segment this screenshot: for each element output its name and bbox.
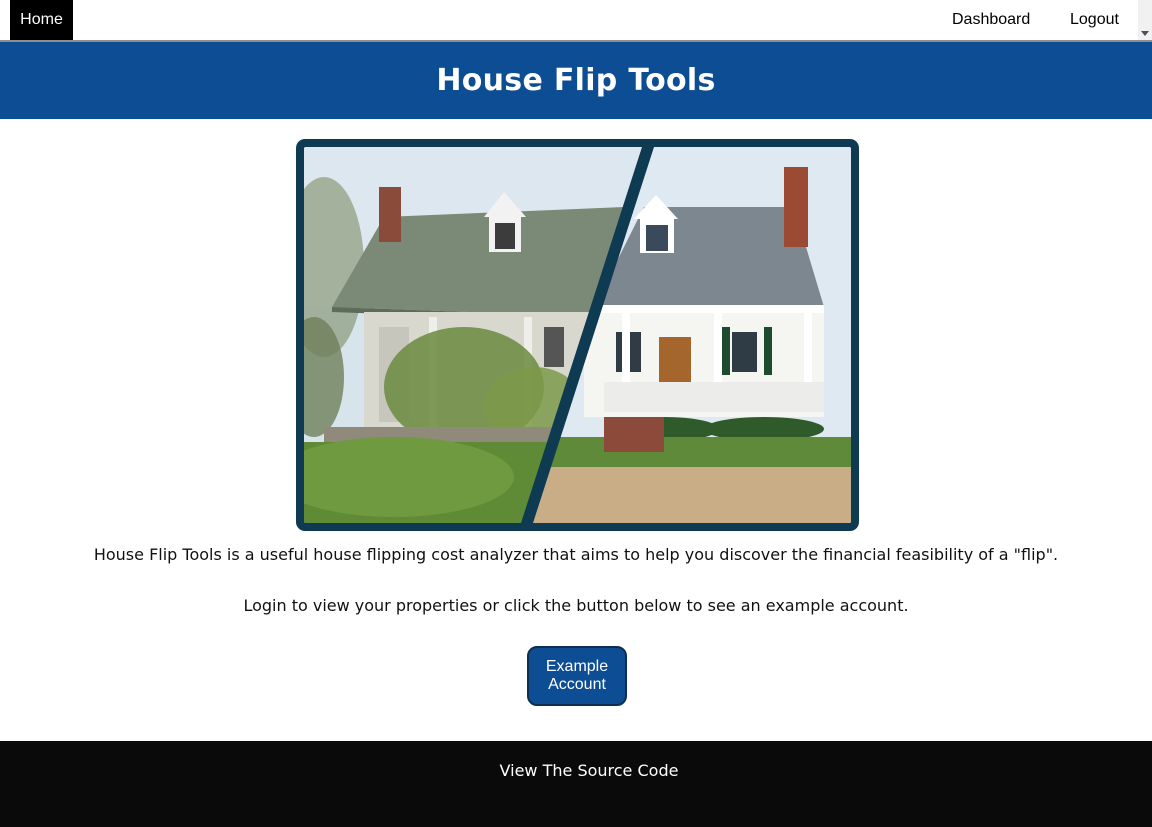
intro-description: House Flip Tools is a useful house flipp… [93,545,1059,564]
example-button-line1: Example [545,658,609,675]
nav-logout-link[interactable]: Logout [1070,0,1119,40]
house-before-after-image [304,147,851,523]
nav-dashboard-link[interactable]: Dashboard [952,0,1030,40]
hero-image-frame [296,139,859,531]
source-code-link[interactable]: View The Source Code [0,761,1152,780]
example-button-line2: Account [548,676,606,693]
page-title: House Flip Tools [436,63,716,98]
top-navbar: Home Dashboard Logout [0,0,1152,42]
scroll-down-arrow-icon[interactable] [1141,31,1149,36]
login-instructions: Login to view your properties or click t… [243,596,909,615]
example-account-button[interactable]: Example Account [527,646,627,706]
scrollbar[interactable] [1138,0,1152,40]
header-banner: House Flip Tools [0,42,1152,119]
footer: View The Source Code [0,741,1152,827]
nav-home-link[interactable]: Home [10,0,73,40]
